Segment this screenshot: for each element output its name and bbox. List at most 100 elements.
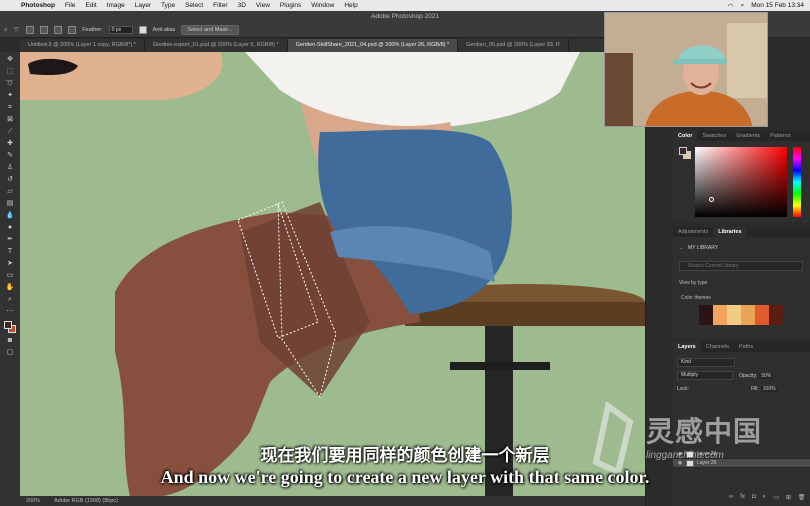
frame-tool-icon[interactable]: ⊠ — [5, 115, 15, 124]
color-picker-field[interactable] — [695, 147, 787, 217]
hue-slider[interactable] — [793, 147, 801, 217]
tab-patterns[interactable]: Patterns — [765, 133, 795, 139]
layers-footer: ∞ fx ◘ ◐ ▭ ⊞ 🗑 — [729, 494, 806, 501]
add-selection-icon[interactable] — [40, 26, 49, 34]
opacity-input[interactable]: 50% — [759, 373, 774, 379]
delete-layer-icon[interactable]: 🗑 — [798, 494, 806, 501]
subtitle-chinese: 现在我们要用同样的颜色创建一个新层 — [260, 446, 550, 466]
zoom-tool-icon[interactable]: ⌕ — [5, 295, 15, 304]
feather-label: Feather: — [82, 27, 103, 33]
color-picker-cursor[interactable] — [709, 197, 714, 202]
theme-swatch[interactable] — [699, 305, 713, 325]
add-mask-icon[interactable]: ◘ — [752, 494, 756, 501]
dodge-tool-icon[interactable]: ● — [5, 223, 15, 232]
new-layer-icon[interactable]: ⊞ — [786, 494, 791, 501]
anti-alias-checkbox[interactable] — [138, 26, 147, 34]
clock-datetime[interactable]: Mon 15 Feb 13:34 — [751, 2, 804, 9]
blend-mode-select[interactable]: Multiply — [677, 371, 733, 380]
layer-filter-kind[interactable]: Kind — [677, 358, 735, 367]
subtract-selection-icon[interactable] — [54, 26, 63, 34]
type-tool-icon[interactable]: T — [5, 247, 15, 256]
menu-window[interactable]: Window — [306, 2, 339, 9]
menu-bar: Photoshop File Edit Image Layer Type Sel… — [0, 0, 810, 11]
theme-swatch[interactable] — [755, 305, 769, 325]
move-tool-icon[interactable]: ✥ — [5, 55, 15, 64]
foreground-color-swatch[interactable] — [4, 321, 12, 329]
search-icon[interactable]: ⌕ — [741, 2, 745, 10]
menu-filter[interactable]: Filter — [208, 2, 232, 9]
menu-file[interactable]: File — [60, 2, 80, 9]
crop-tool-icon[interactable]: ⌗ — [5, 103, 15, 112]
history-brush-icon[interactable]: ↺ — [5, 175, 15, 184]
path-select-icon[interactable]: ➤ — [5, 259, 15, 268]
lasso-tool-icon[interactable]: ➰ — [13, 27, 20, 33]
library-search-input[interactable]: Search Current Library — [679, 261, 803, 271]
status-bar: 200% Adobe RGB (1998) (8bpc) — [20, 496, 645, 506]
tab-gerdien-05[interactable]: Gerdien_05.psd @ 200% (Layer 39, R — [458, 39, 569, 52]
menu-plugins[interactable]: Plugins — [275, 2, 306, 9]
fx-icon[interactable]: fx — [740, 494, 745, 501]
magic-wand-icon[interactable]: ✦ — [5, 91, 15, 100]
tab-gradients[interactable]: Gradients — [731, 133, 765, 139]
tab-color[interactable]: Color — [673, 131, 698, 141]
library-name[interactable]: MY LIBRARY — [688, 245, 718, 251]
menu-select[interactable]: Select — [180, 2, 208, 9]
tab-untitled-3[interactable]: Untitled-3 @ 200% (Layer 1 copy, RGB/8*)… — [20, 39, 145, 52]
intersect-selection-icon[interactable] — [68, 26, 77, 34]
back-arrow-icon[interactable]: ← — [679, 245, 684, 251]
menu-help[interactable]: Help — [339, 2, 362, 9]
eyedropper-icon[interactable]: ⟋ — [5, 127, 15, 136]
wifi-icon[interactable]: ◠ — [728, 2, 734, 10]
panel-swatches[interactable] — [679, 147, 691, 159]
pen-tool-icon[interactable]: ✒ — [5, 235, 15, 244]
eraser-tool-icon[interactable]: ▱ — [5, 187, 15, 196]
panel-fg-swatch[interactable] — [679, 147, 687, 155]
theme-swatch[interactable] — [769, 305, 783, 325]
new-selection-icon[interactable] — [26, 26, 35, 34]
quick-mask-icon[interactable]: ◙ — [5, 336, 15, 345]
tab-paths[interactable]: Paths — [734, 344, 758, 350]
tab-swatches[interactable]: Swatches — [697, 133, 731, 139]
color-swatches[interactable] — [4, 321, 16, 333]
home-icon[interactable]: ⌂ — [4, 27, 7, 33]
more-tools-icon[interactable]: ⋯ — [5, 307, 15, 316]
document-canvas[interactable] — [20, 52, 645, 496]
tab-layers[interactable]: Layers — [673, 342, 701, 352]
theme-swatch[interactable] — [713, 305, 727, 325]
theme-swatch[interactable] — [741, 305, 755, 325]
adjustment-layer-icon[interactable]: ◐ — [763, 494, 767, 501]
menu-view[interactable]: View — [251, 2, 275, 9]
menu-image[interactable]: Image — [102, 2, 130, 9]
tab-adjustments[interactable]: Adjustments — [673, 229, 713, 235]
color-profile[interactable]: Adobe RGB (1998) (8bpc) — [54, 498, 118, 504]
zoom-level[interactable]: 200% — [26, 498, 40, 504]
gradient-tool-icon[interactable]: ▤ — [5, 199, 15, 208]
screen-mode-icon[interactable]: ▢ — [5, 348, 15, 357]
menu-app-name[interactable]: Photoshop — [16, 2, 60, 9]
healing-brush-icon[interactable]: ✚ — [5, 139, 15, 148]
lasso-tool-icon[interactable]: ➰ — [5, 79, 15, 88]
menu-3d[interactable]: 3D — [233, 2, 251, 9]
menu-type[interactable]: Type — [156, 2, 180, 9]
theme-swatch[interactable] — [727, 305, 741, 325]
new-group-icon[interactable]: ▭ — [773, 494, 779, 501]
view-by-dropdown[interactable]: View by type — [679, 280, 707, 286]
select-and-mask-button[interactable]: Select and Mask... — [181, 25, 239, 35]
tab-gerdien-skillshare[interactable]: Gerdien-SkillShare_2021_04.psd @ 200% (L… — [287, 39, 459, 52]
stamp-tool-icon[interactable]: ♙ — [5, 163, 15, 172]
brush-tool-icon[interactable]: ✎ — [5, 151, 15, 160]
tab-channels[interactable]: Channels — [701, 344, 734, 350]
hand-tool-icon[interactable]: ✋ — [5, 283, 15, 292]
menu-edit[interactable]: Edit — [80, 2, 101, 9]
menu-layer[interactable]: Layer — [130, 2, 156, 9]
rectangle-tool-icon[interactable]: ▭ — [5, 271, 15, 280]
feather-input[interactable]: 0 px — [108, 26, 133, 34]
color-theme-swatches[interactable] — [699, 305, 783, 325]
fill-input[interactable]: 100% — [760, 386, 778, 392]
marquee-tool-icon[interactable]: ⬚ — [5, 67, 15, 76]
stool-rung — [450, 362, 550, 370]
blur-tool-icon[interactable]: 💧 — [5, 211, 15, 220]
tab-gerdien-export[interactable]: Gerdien-export_01.psd @ 200% (Layer 5, R… — [145, 39, 288, 52]
link-layers-icon[interactable]: ∞ — [729, 494, 733, 501]
tab-libraries[interactable]: Libraries — [713, 227, 747, 237]
